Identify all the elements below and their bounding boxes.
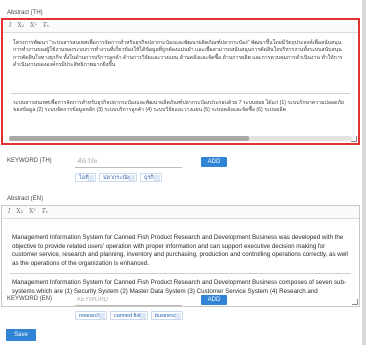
abstract-en-toolbar: I X₂ X² T̶ₓ <box>2 206 359 219</box>
keyword-en-input[interactable] <box>75 295 182 306</box>
tag-remove-icon[interactable] <box>154 175 160 181</box>
page-scrollbar[interactable] <box>362 0 366 345</box>
tag-label: ปลากระป๋อง <box>103 174 132 181</box>
keyword-th-label: KEYWORD (TH) <box>7 158 52 164</box>
abstract-en-paragraph-1: Management Information System for Canned… <box>12 234 348 267</box>
italic-button[interactable]: I <box>8 209 10 215</box>
abstract-th-toolbar: I X₂ X² T̶ₓ <box>3 20 358 33</box>
abstract-en-label: Abstract (EN) <box>7 196 44 202</box>
abstract-en-editor[interactable]: I X₂ X² T̶ₓ Management Information Syste… <box>1 205 360 307</box>
abstract-th-content-2[interactable]: ระบบสารสนเทศเพื่อการจัดการสำหรับธุรกิจปล… <box>13 100 348 119</box>
hscroll-thumb[interactable] <box>9 136 250 141</box>
tag-remove-icon[interactable] <box>140 313 146 319</box>
clear-format-button[interactable]: T̶ₓ <box>42 209 48 215</box>
save-button[interactable]: Save <box>6 329 36 341</box>
paragraph-divider <box>10 273 351 274</box>
keyword-en-tag[interactable]: business <box>151 311 183 320</box>
tag-remove-icon[interactable] <box>99 313 105 319</box>
abstract-th-label: Abstract (TH) <box>7 10 43 16</box>
abstract-en-content[interactable]: Management Information System for Canned… <box>12 234 349 272</box>
keyword-en-add-button[interactable]: ADD <box>201 295 227 305</box>
keyword-th-tag[interactable]: ปลากระป๋อง <box>99 173 137 182</box>
keyword-th-add-button[interactable]: ADD <box>201 157 227 167</box>
abstract-th-editor[interactable]: I X₂ X² T̶ₓ โครงการพัฒนา "ระบบสารสนเทศเพ… <box>1 18 360 145</box>
tag-remove-icon[interactable] <box>175 313 181 319</box>
tag-label: research <box>79 312 101 319</box>
abstract-th-content[interactable]: โครงการพัฒนา "ระบบสารสนเทศเพื่อการจัดการ… <box>13 40 348 73</box>
keyword-en-tag[interactable]: research <box>75 311 107 320</box>
keyword-en-tag[interactable]: canned fish <box>110 311 148 320</box>
resize-handle-icon[interactable] <box>352 299 358 305</box>
superscript-button[interactable]: X² <box>29 209 36 215</box>
tag-label: business <box>155 312 177 319</box>
superscript-button[interactable]: X² <box>30 23 37 29</box>
keyword-en-label: KEYWORD (EN) <box>7 296 52 302</box>
subscript-button[interactable]: X₂ <box>17 23 24 29</box>
tag-label: canned fish <box>114 312 143 319</box>
clear-format-button[interactable]: T̶ₓ <box>43 23 49 29</box>
subscript-button[interactable]: X₂ <box>16 209 23 215</box>
abstract-th-hscrollbar[interactable] <box>9 136 352 141</box>
tag-remove-icon[interactable] <box>129 175 135 181</box>
keyword-th-tag[interactable]: ไอที <box>75 173 96 182</box>
abstract-en-paragraph-2: Management Information System for Canned… <box>12 279 346 295</box>
italic-button[interactable]: I <box>9 23 11 29</box>
abstract-th-paragraph-1: โครงการพัฒนา "ระบบสารสนเทศเพื่อการจัดการ… <box>13 40 343 68</box>
tag-remove-icon[interactable] <box>88 175 94 181</box>
keyword-th-input[interactable] <box>75 157 182 168</box>
abstract-th-paragraph-2: ระบบสารสนเทศเพื่อการจัดการสำหรับธุรกิจปล… <box>13 100 344 114</box>
keyword-th-tag[interactable]: ธุรกิจ <box>140 173 162 182</box>
resize-handle-icon[interactable] <box>351 136 357 142</box>
paragraph-divider <box>11 93 350 94</box>
